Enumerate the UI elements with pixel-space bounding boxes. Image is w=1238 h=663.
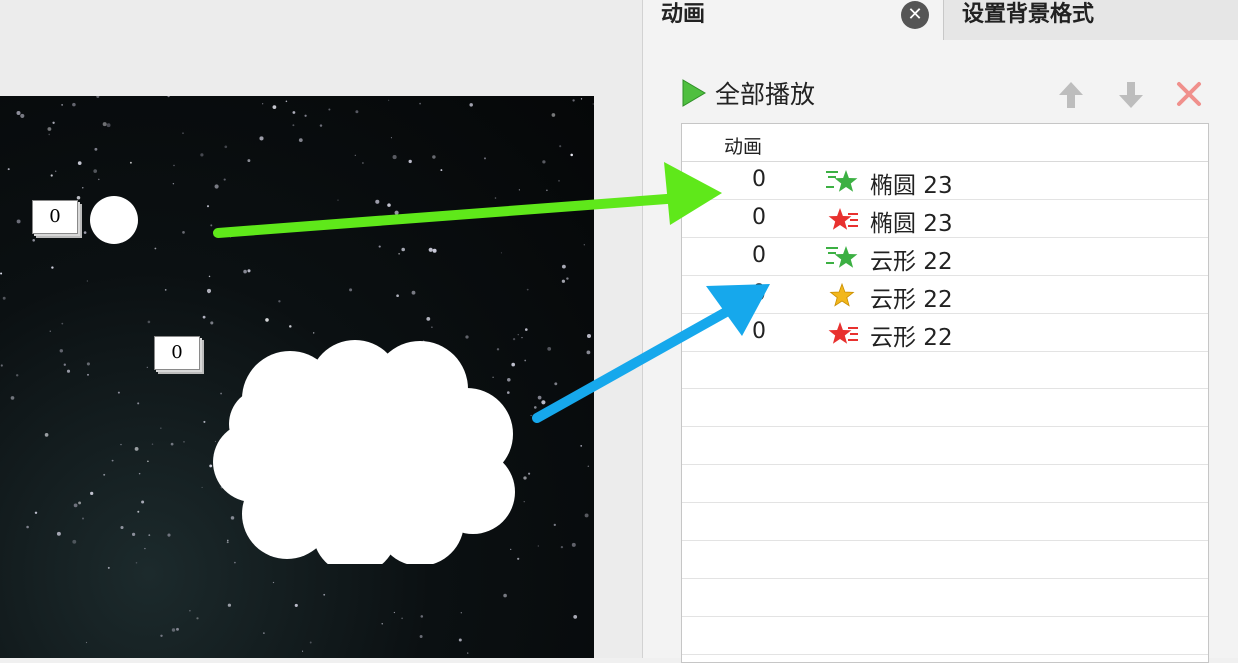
animation-list-item[interactable]: 0 云形 22 [682, 276, 1208, 314]
animation-order-number: 0 [752, 319, 766, 344]
exit-star-icon [828, 322, 858, 344]
move-up-arrow-icon[interactable] [1057, 80, 1085, 110]
play-all-button[interactable]: 全部播放 [681, 76, 815, 110]
animation-list[interactable]: 动画 0 椭圆 23 0 椭圆 23 0 云形 22 0 云形 22 0 云形 22 [681, 123, 1209, 663]
animation-list-item[interactable]: 0 椭圆 23 [682, 162, 1208, 200]
animation-list-item[interactable]: 0 云形 22 [682, 314, 1208, 352]
cloud-shape[interactable] [205, 334, 525, 564]
entrance-star-icon [826, 246, 858, 268]
emphasis-star-icon [829, 282, 855, 307]
animation-list-item[interactable]: 0 椭圆 23 [682, 200, 1208, 238]
close-icon[interactable]: ✕ [901, 1, 929, 29]
animation-target-name: 椭圆 23 [870, 173, 953, 199]
animation-target-name: 云形 22 [870, 287, 953, 313]
slide-canvas[interactable]: 0 0 [0, 96, 594, 658]
play-all-label: 全部播放 [715, 80, 816, 109]
play-icon [682, 79, 706, 107]
tab-format-background[interactable]: 设置背景格式 [943, 0, 1238, 40]
animation-pane-title: 动画 [661, 2, 706, 27]
circle-shape[interactable] [90, 196, 138, 244]
entrance-star-icon [826, 170, 858, 192]
circle-animation-order-tag[interactable]: 0 [32, 200, 78, 234]
animation-target-name: 椭圆 23 [870, 211, 953, 237]
animation-order-number: 0 [752, 281, 766, 306]
animation-order-number: 0 [752, 243, 766, 268]
animation-list-header: 动画 [682, 124, 1208, 162]
animation-column-header: 动画 [724, 136, 763, 158]
animation-pane: 动画 ✕ 设置背景格式 全部播放 动画 0 椭圆 23 0 椭圆 23 0 云形 22 0 云… [642, 0, 1238, 663]
animation-order-number: 0 [752, 167, 766, 192]
move-down-arrow-icon[interactable] [1117, 80, 1145, 110]
exit-star-icon [828, 208, 858, 230]
animation-order-number: 0 [752, 205, 766, 230]
tab-format-background-label: 设置背景格式 [962, 2, 1095, 27]
animation-target-name: 云形 22 [870, 325, 953, 351]
animation-list-item[interactable]: 0 云形 22 [682, 238, 1208, 276]
cloud-animation-order-tag[interactable]: 0 [154, 336, 200, 370]
delete-x-icon[interactable] [1175, 80, 1203, 108]
animation-target-name: 云形 22 [870, 249, 953, 275]
slide-editing-area: 0 0 [0, 0, 642, 658]
